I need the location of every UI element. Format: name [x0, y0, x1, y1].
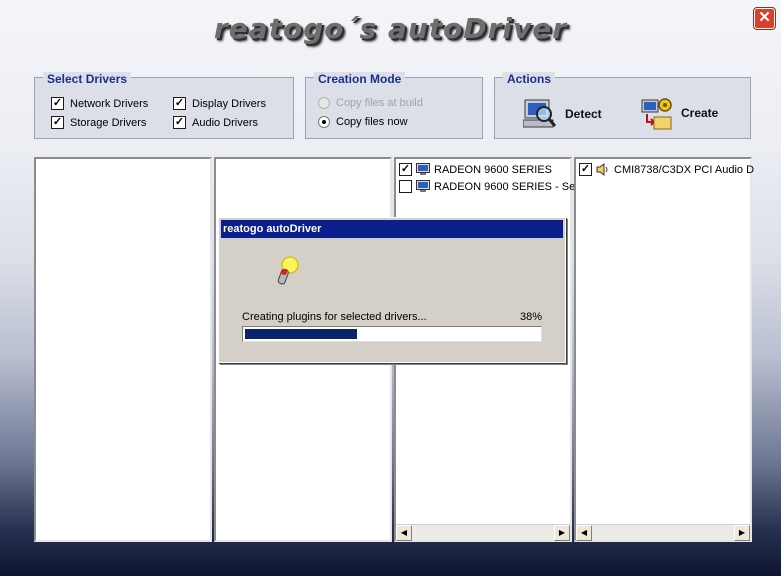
network-drivers-label: Network Drivers	[70, 97, 149, 110]
creation-mode-legend: Creation Mode	[314, 72, 406, 86]
display-item-checkbox[interactable]	[399, 180, 412, 193]
gear-folder-icon	[641, 98, 672, 130]
display-drivers-checkmark: ✓	[173, 97, 186, 110]
network-drivers-checkbox[interactable]: ✓ Network Drivers	[51, 97, 148, 110]
display-item-label: RADEON 9600 SERIES	[434, 163, 552, 176]
wrench-bulb-icon	[277, 256, 299, 285]
progress-bar-fill	[245, 329, 357, 339]
create-label: Create	[681, 106, 719, 120]
copy-at-build-label: Copy files at build	[336, 97, 423, 109]
storage-drivers-label: Storage Drivers	[70, 116, 147, 129]
scroll-left-icon[interactable]: ◀	[396, 525, 412, 541]
dialog-title: reatogo autoDriver	[221, 220, 563, 238]
dialog-message: Creating plugins for selected drivers...	[242, 311, 427, 323]
storage-drivers-checkbox[interactable]: ✓ Storage Drivers	[51, 116, 146, 129]
display-drivers-label: Display Drivers	[192, 97, 266, 110]
copy-now-label: Copy files now	[336, 116, 408, 128]
actions-group: Actions Detect Create	[494, 72, 751, 139]
speaker-icon	[596, 163, 608, 176]
list-item[interactable]: RADEON 9600 SERIES - Se	[399, 180, 575, 193]
display-drivers-checkbox[interactable]: ✓ Display Drivers	[173, 97, 266, 110]
select-drivers-legend: Select Drivers	[43, 72, 132, 86]
progress-bar	[242, 326, 542, 342]
audio-drivers-label: Audio Drivers	[192, 116, 259, 129]
monitor-icon	[416, 163, 430, 175]
progress-percent: 38%	[519, 311, 542, 323]
close-button[interactable]: ✕	[754, 8, 775, 29]
audio-drivers-checkmark: ✓	[173, 116, 186, 129]
detect-label: Detect	[565, 107, 602, 121]
audio-item-label: CMI8738/C3DX PCI Audio D	[614, 163, 755, 176]
display-item-label: RADEON 9600 SERIES - Se	[434, 180, 576, 193]
display-item-checkbox[interactable]: ✓	[399, 163, 412, 176]
create-button[interactable]: Create	[641, 96, 718, 130]
audio-drivers-list[interactable]: ✓ CMI8738/C3DX PCI Audio D ◀ ▶	[574, 157, 754, 542]
monitor-icon	[416, 180, 430, 192]
audio-item-checkbox[interactable]: ✓	[579, 163, 592, 176]
actions-legend: Actions	[503, 72, 556, 86]
copy-at-build-radio-dot	[318, 97, 330, 109]
scroll-right-icon[interactable]: ▶	[554, 525, 570, 541]
scroll-left-icon[interactable]: ◀	[576, 525, 592, 541]
audio-drivers-checkbox[interactable]: ✓ Audio Drivers	[173, 116, 258, 129]
list-item[interactable]: ✓ CMI8738/C3DX PCI Audio D	[579, 163, 754, 176]
audio-list-scrollbar[interactable]: ◀ ▶	[576, 524, 750, 541]
scroll-right-icon[interactable]: ▶	[734, 525, 750, 541]
select-drivers-group: Select Drivers ✓ Network Drivers ✓ Displ…	[34, 72, 294, 139]
list-item[interactable]: ✓ RADEON 9600 SERIES	[399, 163, 552, 176]
copy-now-radio[interactable]: Copy files now	[318, 116, 408, 128]
detect-button[interactable]: Detect	[523, 98, 602, 130]
storage-drivers-checkmark: ✓	[51, 116, 64, 129]
magnifier-computer-icon	[523, 99, 557, 128]
network-drivers-list[interactable]	[34, 157, 212, 542]
display-list-scrollbar[interactable]: ◀ ▶	[396, 524, 570, 541]
progress-dialog: reatogo autoDriver Creating plugins for …	[218, 217, 566, 363]
network-drivers-checkmark: ✓	[51, 97, 64, 110]
creation-mode-group: Creation Mode Copy files at build Copy f…	[305, 72, 483, 139]
copy-at-build-radio[interactable]: Copy files at build	[318, 97, 423, 109]
app-title: reatogo´s autoDriver	[213, 12, 568, 45]
copy-now-radio-dot	[318, 116, 330, 128]
